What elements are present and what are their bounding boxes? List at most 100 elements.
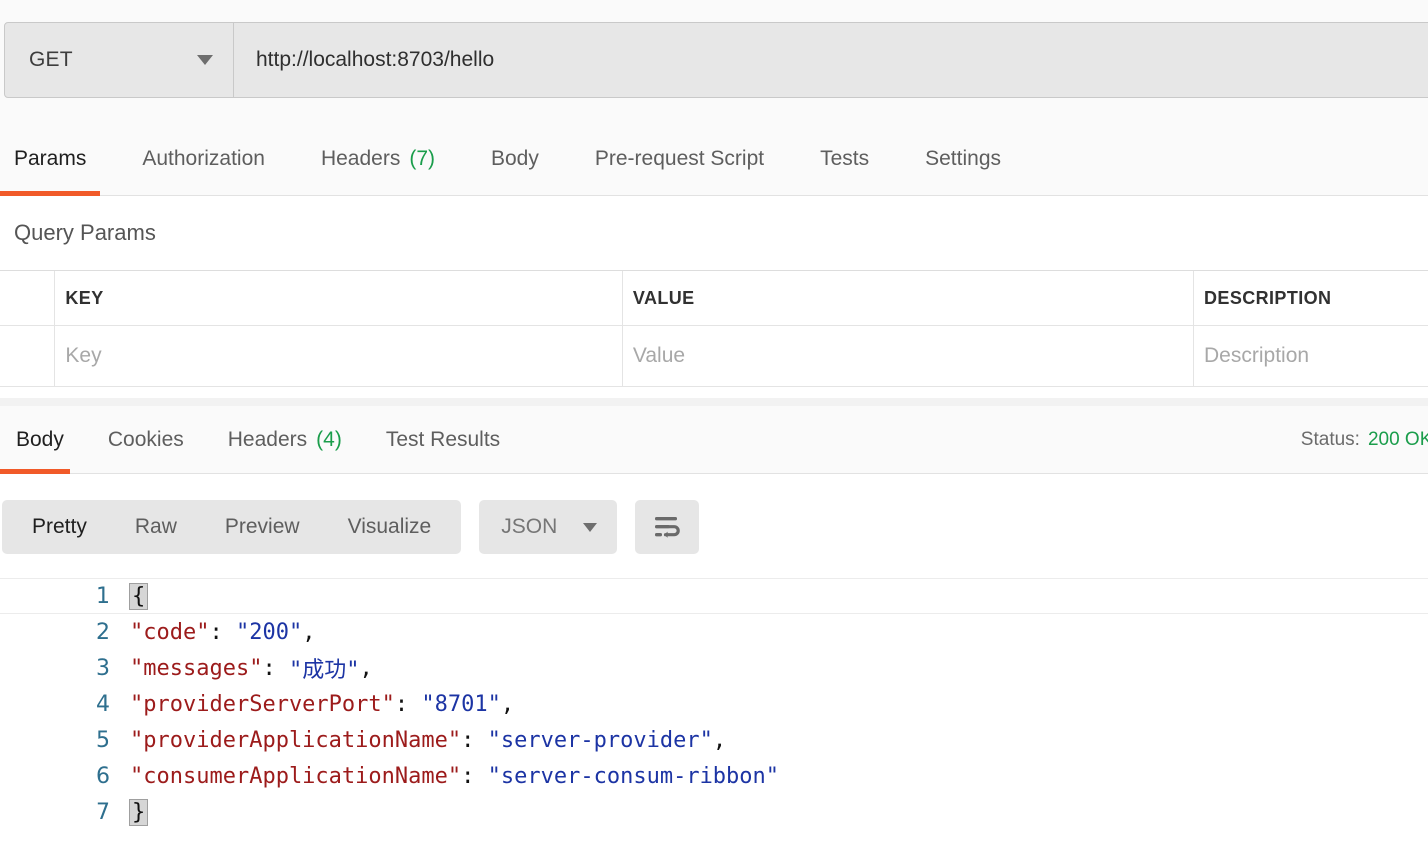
status-label: Status:: [1300, 429, 1360, 450]
word-wrap-button[interactable]: [635, 500, 700, 554]
http-method-label: GET: [29, 48, 73, 71]
json-brace-close: }: [128, 798, 149, 826]
response-tab-test-results[interactable]: Test Results: [364, 406, 522, 474]
json-colon: :: [461, 727, 488, 753]
param-key-input[interactable]: Key: [55, 326, 623, 386]
json-key: "providerServerPort": [130, 691, 395, 717]
code-line-content: "providerApplicationName": "server-provi…: [128, 722, 1428, 758]
response-tab-body[interactable]: Body: [0, 406, 86, 474]
view-mode-label: Pretty: [32, 515, 87, 538]
code-line: 5 "providerApplicationName": "server-pro…: [0, 722, 1428, 758]
json-key: "messages": [130, 655, 263, 681]
code-line: 2 "code": "200",: [0, 614, 1428, 650]
line-number: 7: [96, 799, 110, 825]
code-line-content: {: [128, 578, 1428, 614]
response-tab-label: Test Results: [385, 428, 501, 451]
json-colon: :: [461, 763, 488, 789]
request-tab-body[interactable]: Body: [463, 122, 567, 196]
param-value-input[interactable]: Value: [623, 326, 1195, 386]
view-mode-group: Pretty Raw Preview Visualize: [2, 500, 462, 554]
http-method-select[interactable]: GET: [4, 22, 234, 98]
query-params-header: Query Params: [0, 196, 1428, 270]
view-mode-label: Preview: [224, 515, 300, 538]
json-colon: :: [209, 619, 236, 645]
code-line-content: "providerServerPort": "8701",: [128, 686, 1428, 722]
word-wrap-icon: [655, 517, 681, 538]
line-number: 6: [96, 763, 110, 789]
chevron-down-icon: [583, 522, 598, 532]
request-tab-label: Tests: [820, 147, 870, 170]
query-params-table: KEY VALUE DESCRIPTION Key Value Descript…: [0, 270, 1428, 387]
request-tab-pre-request-script[interactable]: Pre-request Script: [567, 122, 792, 196]
code-line: 3 "messages": "成功",: [0, 650, 1428, 686]
table-row: Key Value Description: [0, 325, 1428, 387]
param-key-placeholder: Key: [65, 344, 102, 367]
json-comma: ,: [500, 691, 515, 717]
code-line-content: "messages": "成功",: [128, 650, 1428, 686]
json-comma: ,: [359, 655, 373, 681]
json-value: "server-provider": [487, 727, 713, 753]
line-number: 1: [96, 583, 110, 609]
view-mode-pretty[interactable]: Pretty: [8, 500, 111, 554]
row-checkbox-cell[interactable]: [0, 326, 56, 386]
header-cell-key: KEY: [55, 271, 623, 325]
request-tab-authorization[interactable]: Authorization: [114, 122, 293, 196]
url-input[interactable]: http://localhost:8703/hello: [234, 22, 1428, 98]
header-cell-description: DESCRIPTION: [1194, 271, 1428, 325]
line-number: 5: [96, 727, 110, 753]
code-line-content: "code": "200",: [128, 614, 1428, 650]
param-value-placeholder: Value: [632, 344, 686, 367]
request-tab-label: Headers: [320, 147, 401, 170]
json-value: "8701": [421, 691, 501, 717]
json-comma: ,: [712, 727, 727, 753]
request-tab-headers[interactable]: Headers (7): [293, 122, 463, 196]
view-mode-label: Visualize: [347, 515, 432, 538]
code-line: 4 "providerServerPort": "8701",: [0, 686, 1428, 722]
line-number: 4: [96, 691, 110, 717]
view-mode-visualize[interactable]: Visualize: [324, 500, 456, 554]
header-cell-checkbox: [0, 271, 56, 325]
json-value: "server-consum-ribbon": [487, 763, 780, 789]
code-line: 1 {: [0, 578, 1428, 614]
view-mode-raw[interactable]: Raw: [111, 500, 201, 554]
response-format-select[interactable]: JSON: [479, 500, 618, 554]
request-tab-tests[interactable]: Tests: [792, 122, 897, 196]
response-tab-cookies[interactable]: Cookies: [86, 406, 206, 474]
code-line-content: "consumerApplicationName": "server-consu…: [128, 758, 1428, 794]
request-tab-params[interactable]: Params: [0, 122, 114, 196]
view-mode-preview[interactable]: Preview: [201, 500, 324, 554]
line-number: 2: [96, 619, 110, 645]
query-params-title: Query Params: [14, 220, 156, 245]
response-tab-label: Cookies: [107, 428, 184, 451]
header-label-description: DESCRIPTION: [1204, 287, 1332, 308]
param-description-input[interactable]: Description: [1194, 326, 1428, 386]
json-key: "consumerApplicationName": [130, 763, 462, 789]
response-tab-label: Body: [16, 428, 64, 451]
response-body-editor[interactable]: 1 { 2 "code": "200", 3 "messages": "成功",…: [0, 578, 1428, 850]
response-format-label: JSON: [501, 515, 558, 538]
view-mode-label: Raw: [134, 515, 177, 538]
code-line: 7 }: [0, 794, 1428, 830]
url-bar-row: GET http://localhost:8703/hello: [0, 0, 1428, 122]
chevron-down-icon: [197, 55, 213, 65]
status-badge: 200 OK: [1367, 429, 1428, 450]
json-brace-open: {: [128, 582, 149, 610]
code-line-content: }: [128, 794, 1428, 830]
request-tab-label: Authorization: [142, 147, 265, 170]
response-tab-headers[interactable]: Headers (4): [206, 406, 364, 474]
json-colon: :: [394, 691, 422, 717]
request-tab-settings[interactable]: Settings: [897, 122, 1029, 196]
json-value: "成功": [288, 658, 360, 683]
response-status: Status: 200 OK T: [1301, 406, 1428, 474]
request-tab-label: Pre-request Script: [594, 147, 765, 170]
response-tab-label: Headers: [227, 428, 308, 451]
response-tabs-bar: Body Cookies Headers (4) Test Results St…: [0, 406, 1428, 474]
response-tab-count: (4): [316, 428, 342, 451]
header-cell-value: VALUE: [623, 271, 1195, 325]
json-value: "200": [235, 619, 303, 645]
line-number: 3: [96, 655, 110, 681]
header-label-key: KEY: [65, 287, 104, 308]
request-tab-label: Settings: [925, 147, 1002, 170]
url-input-value: http://localhost:8703/hello: [256, 48, 495, 71]
json-colon: :: [262, 655, 289, 681]
